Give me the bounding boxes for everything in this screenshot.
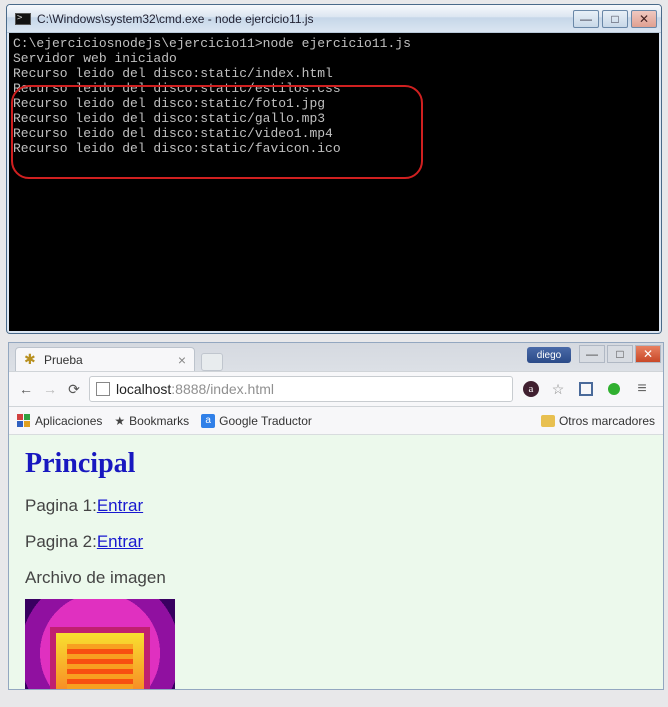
bookmark-item[interactable]: ★ Bookmarks — [114, 414, 189, 428]
cmd-maximize-button[interactable]: □ — [602, 10, 628, 28]
apps-button[interactable]: Aplicaciones — [17, 414, 102, 428]
page-title: Principal — [25, 447, 647, 481]
page-icon — [96, 382, 110, 396]
bookmark-label: Google Traductor — [219, 414, 312, 428]
cmd-minimize-button[interactable]: — — [573, 10, 599, 28]
browser-close-button[interactable]: ✕ — [635, 345, 661, 363]
favicon-icon — [24, 353, 38, 367]
url-rest: :8888/index.html — [171, 381, 274, 397]
new-tab-button[interactable] — [201, 353, 223, 371]
image-thumbnail — [25, 599, 175, 689]
address-bar[interactable]: localhost:8888/index.html — [89, 376, 513, 402]
url-host: localhost — [116, 381, 171, 397]
page-content: Principal Pagina 1:Entrar Pagina 2:Entra… — [9, 435, 663, 689]
back-button[interactable]: ← — [17, 380, 35, 398]
page1-label: Pagina 1: — [25, 496, 97, 515]
cmd-title: C:\Windows\system32\cmd.exe - node ejerc… — [37, 12, 573, 26]
menu-button[interactable]: ≡ — [633, 380, 651, 398]
cmd-output-line: Recurso leido del disco:static/video1.mp… — [13, 126, 655, 141]
apps-label: Aplicaciones — [35, 414, 102, 428]
cmd-window: C:\Windows\system32\cmd.exe - node ejerc… — [6, 4, 662, 334]
cmd-output-line: Recurso leido del disco:static/estilos.c… — [13, 81, 655, 96]
browser-minimize-button[interactable]: — — [579, 345, 605, 363]
extension-green-icon[interactable] — [608, 383, 620, 395]
cmd-close-button[interactable]: ✕ — [631, 10, 657, 28]
extension-box-icon[interactable] — [579, 382, 593, 396]
translate-icon: a — [201, 414, 215, 428]
bookmark-star-icon[interactable]: ☆ — [549, 380, 567, 398]
folder-icon — [541, 415, 555, 427]
bookmarks-bar: Aplicaciones ★ Bookmarks a Google Traduc… — [9, 407, 663, 435]
cmd-output-line: Recurso leido del disco:static/gallo.mp3 — [13, 111, 655, 126]
cmd-output-line: Servidor web iniciado — [13, 51, 655, 66]
page2-label: Pagina 2: — [25, 532, 97, 551]
bookmark-item[interactable]: a Google Traductor — [201, 414, 312, 428]
tab-close-button[interactable]: × — [176, 352, 188, 368]
page2-link[interactable]: Entrar — [97, 532, 143, 551]
reload-button[interactable]: ⟳ — [65, 380, 83, 398]
cmd-titlebar[interactable]: C:\Windows\system32\cmd.exe - node ejerc… — [7, 5, 661, 33]
image-section-title: Archivo de imagen — [25, 567, 647, 589]
tab-title: Prueba — [44, 353, 176, 367]
page1-link[interactable]: Entrar — [97, 496, 143, 515]
cmd-body: C:\ejerciciosnodejs\ejercicio11>node eje… — [7, 33, 661, 333]
cmd-prompt-line: C:\ejerciciosnodejs\ejercicio11>node eje… — [13, 36, 655, 51]
browser-window: Prueba × diego — □ ✕ ← → ⟳ localhost:888… — [8, 342, 664, 690]
browser-tabstrip: Prueba × diego — □ ✕ — [9, 343, 663, 371]
other-bookmarks-label: Otros marcadores — [559, 414, 655, 428]
browser-tab[interactable]: Prueba × — [15, 347, 195, 371]
star-icon: ★ — [114, 414, 125, 428]
cmd-output-line: Recurso leido del disco:static/favicon.i… — [13, 141, 655, 156]
profile-badge[interactable]: diego — [527, 347, 571, 363]
cmd-icon — [15, 13, 31, 25]
cmd-output-line: Recurso leido del disco:static/foto1.jpg — [13, 96, 655, 111]
bookmark-label: Bookmarks — [129, 414, 189, 428]
forward-button[interactable]: → — [41, 380, 59, 398]
apps-icon — [17, 414, 31, 428]
extension-amazon-icon[interactable]: a — [523, 381, 539, 397]
browser-toolbar: ← → ⟳ localhost:8888/index.html a ☆ ≡ — [9, 371, 663, 407]
cmd-output-line: Recurso leido del disco:static/index.htm… — [13, 66, 655, 81]
other-bookmarks-button[interactable]: Otros marcadores — [541, 414, 655, 428]
browser-maximize-button[interactable]: □ — [607, 345, 633, 363]
